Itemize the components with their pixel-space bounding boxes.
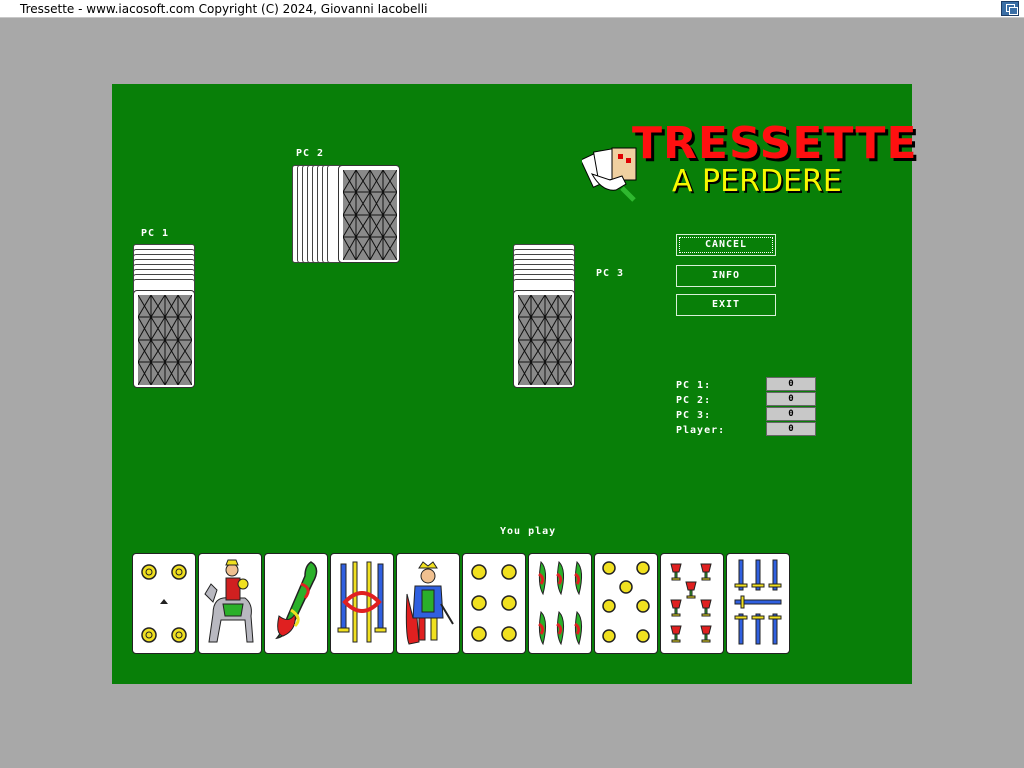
card-7-coins[interactable]	[594, 553, 658, 654]
card-back	[513, 290, 575, 388]
restore-icon[interactable]	[1001, 1, 1019, 16]
card-4-swords[interactable]	[330, 553, 394, 654]
score-label: Player:	[676, 425, 726, 436]
pc1-label: PC 1	[141, 228, 170, 239]
card-7-swords[interactable]	[726, 553, 790, 654]
pc3-label: PC 3	[596, 268, 625, 279]
status-text: You play	[500, 526, 557, 537]
score-label: PC 2:	[676, 395, 712, 406]
score-value: 0	[766, 377, 816, 391]
score-value: 0	[766, 407, 816, 421]
score-label: PC 3:	[676, 410, 712, 421]
card-king[interactable]	[396, 553, 460, 654]
exit-button[interactable]: EXIT	[676, 294, 776, 316]
card-6-batons[interactable]	[528, 553, 592, 654]
window-titlebar: Tressette - www.iacosoft.com Copyright (…	[0, 0, 1024, 18]
card-back	[338, 165, 400, 263]
card-back	[133, 290, 195, 388]
logo-subtitle: A PERDERE	[672, 164, 842, 199]
cancel-button[interactable]: CANCEL	[676, 234, 776, 256]
logo-title: TRESSETTE	[632, 118, 918, 169]
card-knight[interactable]	[198, 553, 262, 654]
pc2-label: PC 2	[296, 148, 325, 159]
score-label: PC 1:	[676, 380, 712, 391]
card-ace-batons[interactable]	[264, 553, 328, 654]
window-title: Tressette - www.iacosoft.com Copyright (…	[20, 2, 428, 16]
card-4-coins[interactable]	[132, 553, 196, 654]
card-6-coins[interactable]	[462, 553, 526, 654]
score-value: 0	[766, 392, 816, 406]
score-value: 0	[766, 422, 816, 436]
card-7-cups[interactable]	[660, 553, 724, 654]
game-table: PC 2 PC 1 PC 3 TRESSETTE A PERDERE CANCE…	[112, 84, 917, 684]
info-button[interactable]: INFO	[676, 265, 776, 287]
